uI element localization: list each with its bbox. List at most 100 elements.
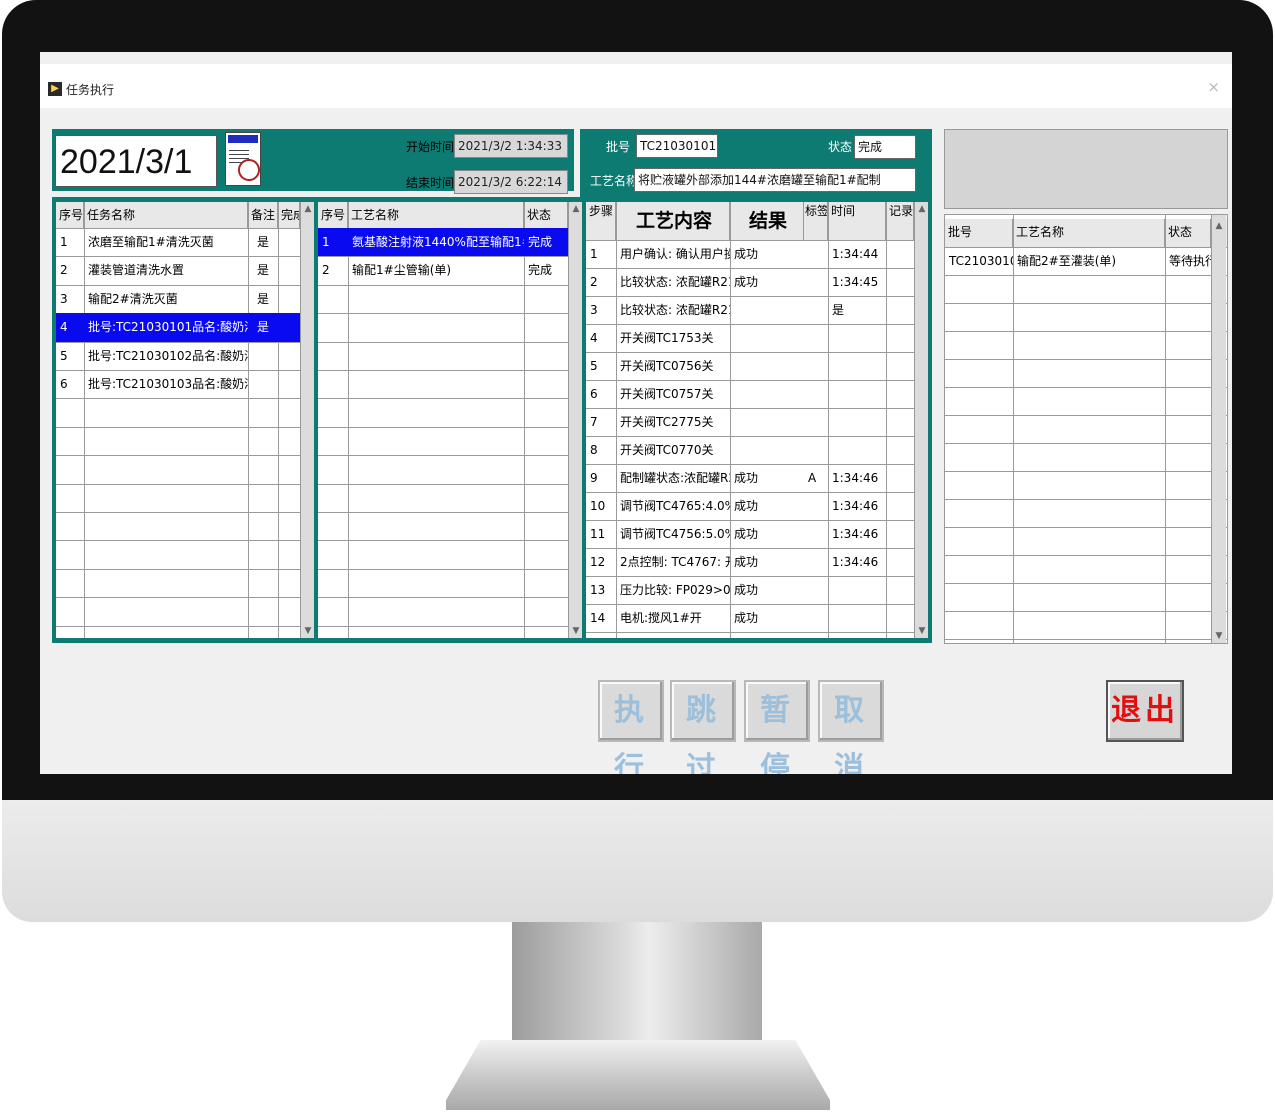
start-time-label: 开始时间 (406, 140, 455, 154)
col-header-status: 状态 (524, 202, 568, 228)
table-row[interactable]: 3 比较状态: 浓配罐R211 是 (586, 296, 928, 325)
step-result (730, 352, 804, 380)
end-time-label: 结束时间 (406, 176, 455, 190)
table-row[interactable]: 6 开关阀TC0757关 (586, 380, 928, 409)
table-row[interactable]: 2 比较状态: 浓配罐R211 成功 1:34:45 (586, 268, 928, 297)
table-row[interactable]: 14 电机:搅风1#开 成功 (586, 604, 928, 633)
table-row[interactable]: 6 批号:TC21030103品名:酸奶浓度 (56, 370, 314, 400)
step-content: 用户确认: 确认用户操作 (620, 247, 730, 261)
table-row[interactable] (945, 471, 1227, 500)
step-time: 1:34:46 (832, 527, 879, 541)
table-row[interactable]: 13 压力比较: FP029>0.2P 成功 (586, 576, 928, 605)
table-row[interactable] (56, 398, 314, 428)
table-row[interactable] (318, 342, 582, 371)
step-time (828, 576, 886, 604)
task-name: 浓磨至输配1#清洗灭菌 (88, 235, 214, 249)
step-time: 1:34:45 (832, 275, 879, 289)
step-time (828, 324, 886, 352)
table-row[interactable] (318, 398, 582, 428)
table-row[interactable]: 1 用户确认: 确认用户操作成功 1:34:44 (586, 240, 928, 269)
table-row[interactable] (945, 415, 1227, 444)
col-header-time: 时间 (828, 202, 886, 240)
execute-button[interactable]: 执行 (598, 680, 664, 774)
step-tag (804, 520, 828, 548)
table-row[interactable]: 8 开关阀TC0770关 (586, 436, 928, 465)
step-tag (804, 436, 828, 464)
task-name: 灌装管道清洗水置 (88, 263, 185, 278)
process-list-scrollbar[interactable]: ▲ ▼ (568, 202, 582, 638)
table-row[interactable]: 7 开关阀TC2775关 (586, 408, 928, 437)
table-row[interactable] (56, 569, 314, 599)
table-row[interactable]: 12 2点控制: TC4767: 开成功 1:34:46 (586, 548, 928, 577)
col-header-result: 结果 (730, 202, 804, 240)
table-row[interactable] (56, 484, 314, 513)
step-time (828, 436, 886, 464)
table-row[interactable]: 10 调节阀TC4765:4.0% 成功 1:34:46 (586, 492, 928, 521)
table-row[interactable]: 1 浓磨至输配1#清洗灭菌 是 (56, 228, 314, 258)
step-record (886, 352, 914, 380)
table-row[interactable] (318, 569, 582, 599)
table-row[interactable]: 9 配制罐状态:浓配罐R2 成功 A 1:34:46 (586, 464, 928, 493)
table-row[interactable] (945, 359, 1227, 388)
history-scrollbar[interactable]: ▲ ▼ (1211, 215, 1226, 643)
step-time: 是 (832, 303, 845, 317)
table-row[interactable]: 2 输配1#尘管输(单) 完成 (318, 256, 582, 286)
step-no: 13 (590, 583, 606, 597)
table-row[interactable]: 4 开关阀TC1753关 (586, 324, 928, 353)
cancel-button[interactable]: 取消 (818, 680, 884, 774)
step-record (886, 604, 914, 632)
table-row[interactable]: 4 批号:TC21030101品名:酸奶浓度是 (56, 313, 314, 343)
table-row[interactable]: 5 批号:TC21030102品名:酸奶浓度 (56, 342, 314, 371)
table-row[interactable] (318, 597, 582, 627)
table-row[interactable]: TC21030102 输配2#至灌装(单) 等待执行 (945, 247, 1227, 276)
step-no: 10 (590, 499, 606, 513)
step-tag (804, 268, 828, 296)
step-no: 9 (590, 471, 598, 485)
table-row[interactable] (945, 275, 1227, 304)
table-row[interactable] (56, 597, 314, 627)
table-row[interactable] (318, 484, 582, 513)
table-row[interactable] (945, 443, 1227, 472)
table-row[interactable] (318, 370, 582, 400)
pause-button[interactable]: 暂停 (744, 680, 810, 774)
skip-button[interactable]: 跳过 (670, 680, 736, 774)
table-row[interactable]: 1 氨基酸注射液1440%配至输配1#配制完成 (318, 228, 582, 258)
table-row[interactable] (56, 512, 314, 542)
table-row[interactable] (56, 540, 314, 570)
step-record (886, 464, 914, 492)
calendar-icon[interactable] (225, 132, 261, 186)
table-row[interactable] (56, 455, 314, 485)
step-no: 8 (590, 443, 598, 457)
col-header-record: 记录 (886, 202, 914, 240)
table-row[interactable] (945, 499, 1227, 528)
step-record (886, 324, 914, 352)
close-icon[interactable]: × (1207, 78, 1220, 96)
task-list-scrollbar[interactable]: ▲ ▼ (300, 202, 314, 638)
table-row[interactable] (945, 527, 1227, 556)
table-row[interactable] (318, 540, 582, 570)
table-row[interactable]: 2 灌装管道清洗水置 是 (56, 256, 314, 286)
table-row[interactable]: 3 输配2#清洗灭菌 是 (56, 285, 314, 315)
table-row[interactable] (945, 611, 1227, 640)
table-row[interactable] (945, 555, 1227, 584)
table-row[interactable]: 5 开关阀TC0756关 (586, 352, 928, 381)
step-result: 成功 (734, 555, 759, 569)
table-row[interactable] (56, 427, 314, 457)
table-row[interactable] (318, 285, 582, 315)
exit-button[interactable]: 退出 (1106, 680, 1184, 742)
process-no: 1 (322, 235, 330, 249)
task-name: 输配2#清洗灭菌 (88, 291, 178, 306)
table-row[interactable] (318, 512, 582, 542)
table-row[interactable] (945, 331, 1227, 360)
table-row[interactable] (318, 455, 582, 485)
table-row[interactable] (945, 303, 1227, 332)
table-row[interactable] (318, 313, 582, 343)
table-row[interactable] (945, 583, 1227, 612)
table-row[interactable] (945, 387, 1227, 416)
date-input[interactable]: 2021/3/1 (55, 135, 217, 187)
table-row[interactable]: 11 调节阀TC4756:5.0% 成功 1:34:46 (586, 520, 928, 549)
task-no: 5 (60, 348, 68, 363)
step-record (886, 296, 914, 324)
steps-scrollbar[interactable]: ▲ ▼ (914, 202, 928, 638)
table-row[interactable] (318, 427, 582, 457)
